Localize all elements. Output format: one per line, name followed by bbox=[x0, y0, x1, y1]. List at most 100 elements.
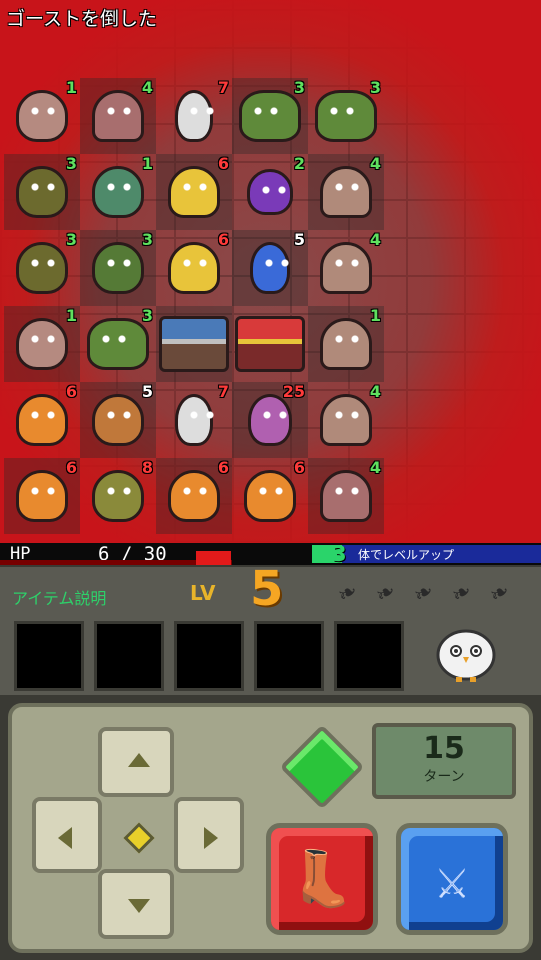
grid-tile[interactable]: 3 bbox=[4, 230, 80, 306]
fairy-icon bbox=[248, 394, 292, 446]
tile-number: 1 bbox=[369, 306, 381, 325]
dpad-right-button[interactable] bbox=[174, 797, 244, 873]
eye-green-icon bbox=[92, 166, 144, 218]
skill-button[interactable]: 👢 bbox=[266, 823, 378, 935]
knight-icon bbox=[250, 242, 290, 294]
feather-icon: ❧ bbox=[407, 573, 439, 611]
grid-tile[interactable]: 3 bbox=[4, 154, 80, 230]
tile-number: 6 bbox=[65, 458, 77, 477]
grid-tile[interactable]: 5 bbox=[80, 382, 156, 458]
grid-tile[interactable]: 1 bbox=[308, 306, 384, 382]
tile-number: 3 bbox=[369, 78, 381, 97]
tile-number: 6 bbox=[217, 230, 229, 249]
level-value: 5 bbox=[250, 561, 284, 617]
treasure-chest-icon bbox=[235, 316, 305, 372]
tile-number: 6 bbox=[65, 382, 77, 401]
treasure-chest-icon bbox=[159, 316, 229, 372]
grid-tile[interactable]: 6 bbox=[156, 458, 232, 534]
tile-number: 6 bbox=[217, 154, 229, 173]
tile-number: 6 bbox=[217, 458, 229, 477]
grid-tile[interactable] bbox=[232, 306, 308, 382]
grid-tile[interactable]: 1 bbox=[4, 306, 80, 382]
frog-icon bbox=[315, 90, 377, 142]
grid-tile[interactable]: 4 bbox=[308, 382, 384, 458]
grid-tile[interactable]: 4 bbox=[308, 154, 384, 230]
item-slot[interactable] bbox=[254, 621, 324, 691]
controller-area: 15 ターン 👢 ⚔ bbox=[0, 695, 541, 960]
grid-tile[interactable]: 25 bbox=[232, 382, 308, 458]
arrow-right-icon bbox=[204, 827, 218, 849]
gem-button[interactable] bbox=[279, 724, 365, 810]
dpad-left-button[interactable] bbox=[32, 797, 102, 873]
tile-number: 4 bbox=[369, 458, 381, 477]
grid-tile[interactable]: 6 bbox=[4, 458, 80, 534]
item-slot[interactable] bbox=[334, 621, 404, 691]
grid-tile[interactable]: 6 bbox=[4, 382, 80, 458]
grid-tile[interactable]: 1 bbox=[80, 154, 156, 230]
grid-tile[interactable]: 5 bbox=[232, 230, 308, 306]
xp-remaining-text: 体でレベルアップ bbox=[358, 548, 455, 562]
blob-olive-icon bbox=[16, 242, 68, 294]
hood-icon bbox=[320, 242, 372, 294]
skeleton-icon bbox=[175, 90, 214, 142]
arrow-up-icon bbox=[128, 753, 150, 767]
orange-icon bbox=[168, 470, 220, 522]
ghost-icon bbox=[320, 470, 372, 522]
tile-number: 4 bbox=[369, 230, 381, 249]
slime-pink-icon bbox=[16, 318, 68, 370]
tile-number: 4 bbox=[369, 382, 381, 401]
grid-tile[interactable]: 3 bbox=[80, 230, 156, 306]
arrow-left-icon bbox=[58, 827, 72, 849]
item-slot[interactable] bbox=[94, 621, 164, 691]
hood-icon bbox=[320, 318, 372, 370]
grid-tile[interactable]: 6 bbox=[156, 154, 232, 230]
item-slot[interactable] bbox=[174, 621, 244, 691]
grid-tile[interactable]: 4 bbox=[80, 78, 156, 154]
grid-tile[interactable] bbox=[156, 306, 232, 382]
hood-icon bbox=[320, 394, 372, 446]
slime-pink-icon bbox=[16, 90, 68, 142]
feather-icon: ❧ bbox=[445, 573, 477, 611]
orange-icon bbox=[16, 470, 68, 522]
controller-panel: 15 ターン 👢 ⚔ bbox=[8, 703, 533, 953]
item-description-button[interactable]: アイテム説明 bbox=[12, 585, 106, 609]
tile-number: 3 bbox=[141, 306, 153, 325]
grid-tile[interactable]: 3 bbox=[232, 78, 308, 154]
dpad-center-button[interactable] bbox=[123, 822, 155, 854]
hood-icon bbox=[320, 166, 372, 218]
grid-tile[interactable]: 4 bbox=[308, 458, 384, 534]
item-panel: アイテム説明 LV 5 ❧ ❧ ❧ ❧ ❧ bbox=[0, 561, 541, 695]
skeleton-icon bbox=[175, 394, 214, 446]
grid-tile[interactable]: 1 bbox=[4, 78, 80, 154]
game-board[interactable]: ゴーストを倒した 1 4 7 3 3 3 1 6 2 4 3 3 6 5 4 1 3 1 6 5 7 25 4 6 8 6 6 4 bbox=[0, 0, 541, 543]
yellow-icon bbox=[168, 242, 220, 294]
attack-button[interactable]: ⚔ bbox=[396, 823, 508, 935]
grid-tile[interactable]: 8 bbox=[80, 458, 156, 534]
tile-number: 2 bbox=[293, 154, 305, 173]
grid-tile[interactable]: 7 bbox=[156, 382, 232, 458]
tile-number: 4 bbox=[141, 78, 153, 97]
dpad-down-button[interactable] bbox=[98, 869, 174, 939]
grid-tile[interactable]: 7 bbox=[156, 78, 232, 154]
tile-number: 4 bbox=[369, 154, 381, 173]
turn-label: ターン bbox=[423, 769, 465, 785]
tile-number: 5 bbox=[141, 382, 153, 401]
grid-tile[interactable]: 6 bbox=[156, 230, 232, 306]
grid-tile[interactable]: 3 bbox=[80, 306, 156, 382]
frog-icon bbox=[239, 90, 301, 142]
tile-number: 3 bbox=[65, 230, 77, 249]
turn-value: 15 bbox=[423, 731, 465, 766]
grid-tile[interactable]: 2 bbox=[232, 154, 308, 230]
dpad-up-button[interactable] bbox=[98, 727, 174, 797]
xp-remaining-count: 3 bbox=[332, 542, 347, 566]
grid-tile[interactable]: 3 bbox=[308, 78, 384, 154]
feather-icon: ❧ bbox=[369, 573, 401, 611]
tile-number: 3 bbox=[293, 78, 305, 97]
grid-tile[interactable]: 4 bbox=[308, 230, 384, 306]
ghost-icon bbox=[92, 90, 144, 142]
grid-tile[interactable]: 6 bbox=[232, 458, 308, 534]
feather-icon: ❧ bbox=[331, 573, 363, 611]
owl-icon[interactable] bbox=[430, 621, 502, 685]
item-slot[interactable] bbox=[14, 621, 84, 691]
tile-number: 1 bbox=[65, 306, 77, 325]
